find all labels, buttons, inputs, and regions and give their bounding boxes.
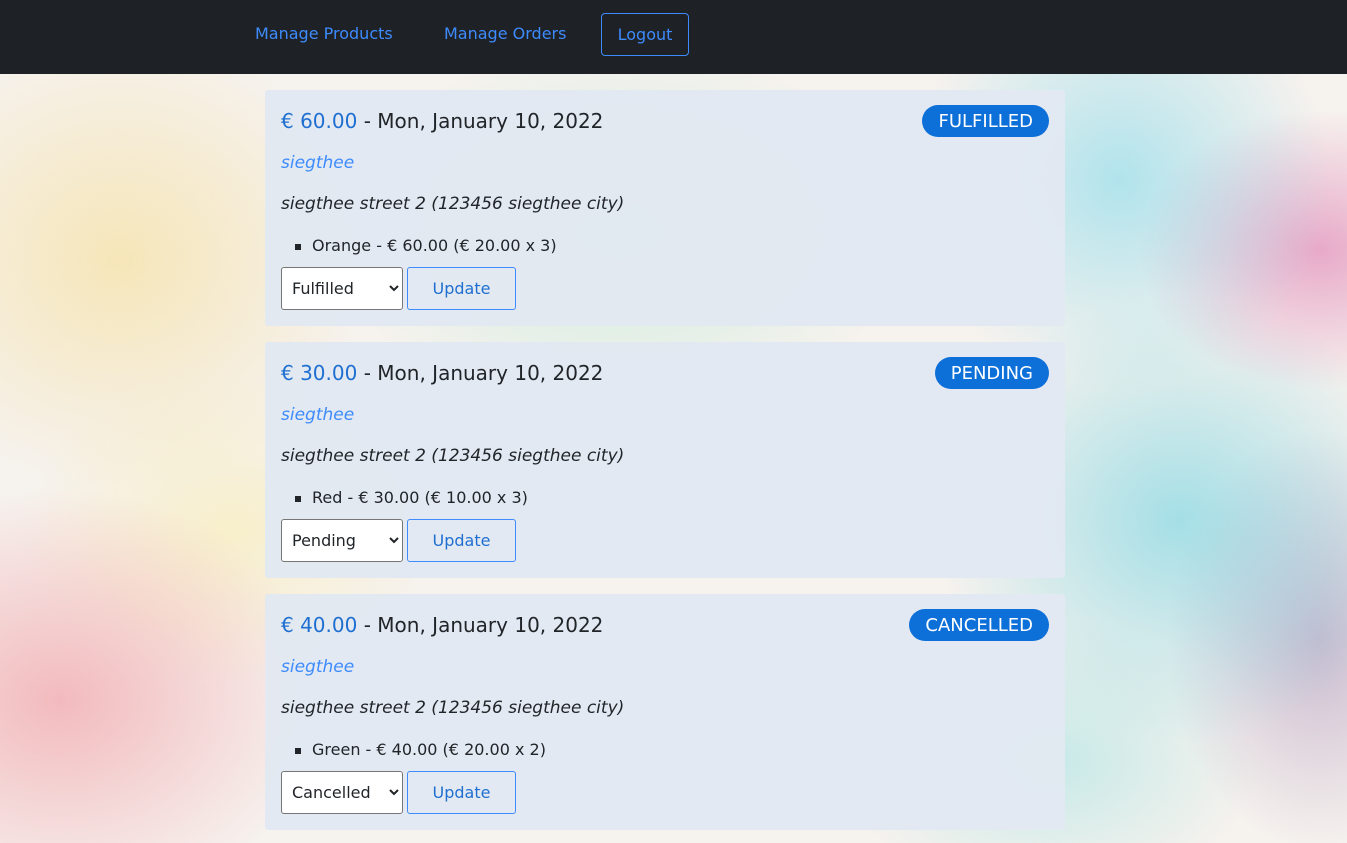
bullet-icon — [295, 244, 301, 250]
bullet-icon — [295, 496, 301, 502]
order-total-price: € 40.00 — [281, 613, 358, 637]
order-item-text: Orange - € 60.00 (€ 20.00 x 3) — [312, 236, 557, 255]
order-header-separator: - — [357, 109, 378, 133]
order-total-price: € 30.00 — [281, 361, 358, 385]
order-date: Mon, January 10, 2022 — [377, 361, 604, 385]
order-header: € 60.00 - Mon, January 10, 2022 — [281, 107, 603, 135]
top-navbar: Manage Products Manage Orders Logout — [0, 0, 1347, 74]
order-card: € 60.00 - Mon, January 10, 2022 FULFILLE… — [265, 90, 1065, 326]
logout-button[interactable]: Logout — [601, 13, 689, 56]
shipping-address: siegthee street 2 (123456 siegthee city) — [281, 446, 625, 466]
order-card: € 40.00 - Mon, January 10, 2022 CANCELLE… — [265, 594, 1065, 830]
order-item: Green - € 40.00 (€ 20.00 x 2) — [281, 739, 546, 761]
order-header: € 30.00 - Mon, January 10, 2022 — [281, 359, 603, 387]
update-button[interactable]: Update — [407, 267, 516, 310]
update-button[interactable]: Update — [407, 771, 516, 814]
order-item: Orange - € 60.00 (€ 20.00 x 3) — [281, 235, 557, 257]
order-controls: Fulfilled Update — [281, 267, 516, 310]
order-total-price: € 60.00 — [281, 109, 358, 133]
update-button[interactable]: Update — [407, 519, 516, 562]
customer-name: siegthee — [281, 657, 355, 677]
order-items-list: Orange - € 60.00 (€ 20.00 x 3) — [281, 235, 557, 257]
customer-name: siegthee — [281, 153, 355, 173]
order-list: € 60.00 - Mon, January 10, 2022 FULFILLE… — [265, 90, 1065, 843]
nav-manage-products-link[interactable]: Manage Products — [255, 23, 393, 45]
order-date: Mon, January 10, 2022 — [377, 109, 604, 133]
status-badge: FULFILLED — [922, 105, 1049, 137]
status-badge: CANCELLED — [909, 609, 1049, 641]
order-header-separator: - — [357, 613, 378, 637]
order-header: € 40.00 - Mon, January 10, 2022 — [281, 611, 603, 639]
order-items-list: Green - € 40.00 (€ 20.00 x 2) — [281, 739, 546, 761]
nav-manage-orders-link[interactable]: Manage Orders — [444, 23, 566, 45]
order-header-separator: - — [357, 361, 378, 385]
order-controls: Pending Update — [281, 519, 516, 562]
order-item-text: Green - € 40.00 (€ 20.00 x 2) — [312, 740, 546, 759]
customer-name: siegthee — [281, 405, 355, 425]
order-item: Red - € 30.00 (€ 10.00 x 3) — [281, 487, 528, 509]
shipping-address: siegthee street 2 (123456 siegthee city) — [281, 194, 625, 214]
order-card: € 30.00 - Mon, January 10, 2022 PENDING … — [265, 342, 1065, 578]
order-item-text: Red - € 30.00 (€ 10.00 x 3) — [312, 488, 528, 507]
order-items-list: Red - € 30.00 (€ 10.00 x 3) — [281, 487, 528, 509]
status-select[interactable]: Fulfilled — [281, 267, 403, 310]
order-date: Mon, January 10, 2022 — [377, 613, 604, 637]
shipping-address: siegthee street 2 (123456 siegthee city) — [281, 698, 625, 718]
order-controls: Cancelled Update — [281, 771, 516, 814]
status-select[interactable]: Cancelled — [281, 771, 403, 814]
status-select[interactable]: Pending — [281, 519, 403, 562]
bullet-icon — [295, 748, 301, 754]
status-badge: PENDING — [934, 357, 1049, 389]
